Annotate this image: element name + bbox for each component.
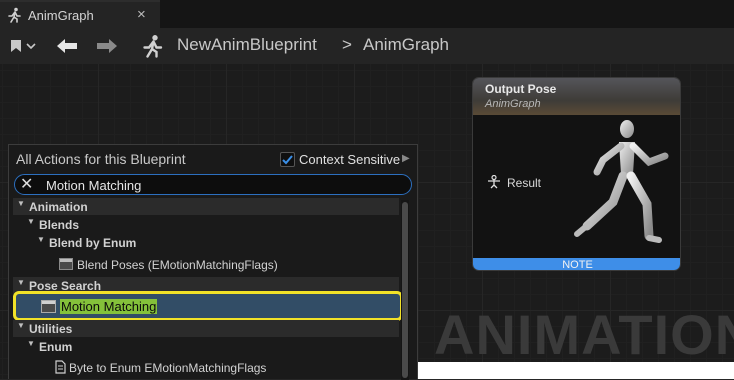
node-title: Output Pose (485, 82, 557, 96)
tree-label: Utilities (29, 322, 73, 336)
actions-menu-title: All Actions for this Blueprint (16, 151, 186, 167)
pin-label-result: Result (507, 176, 542, 190)
collapse-arrow-icon[interactable]: ▼ (17, 199, 25, 208)
tree-subcategory-blend-by-enum[interactable]: ▼ Blend by Enum (13, 234, 399, 251)
search-match-highlight: Motion Matching (60, 299, 158, 314)
tree-label: Blend Poses (EMotionMatchingFlags) (77, 258, 278, 272)
note-bar[interactable]: NOTE (473, 258, 680, 270)
collapse-arrow-icon[interactable]: ▼ (27, 339, 35, 348)
close-icon[interactable]: × (137, 6, 146, 23)
scrollbar-thumb[interactable] (402, 202, 408, 378)
tree-item-motion-matching[interactable]: Motion Matching (13, 291, 403, 321)
collapse-arrow-icon[interactable]: ▼ (27, 217, 35, 226)
tree-category-animation[interactable]: ▼ Animation (13, 198, 399, 215)
tree-subcategory-enum[interactable]: ▼ Enum (13, 338, 399, 355)
collapse-arrow-icon[interactable]: ▼ (17, 278, 25, 287)
anim-node-icon (59, 258, 73, 270)
running-figure-icon (8, 7, 21, 23)
breadcrumb-blueprint[interactable]: NewAnimBlueprint (177, 35, 317, 55)
tree-subcategory-blends[interactable]: ▼ Blends (13, 216, 399, 233)
chevron-right-icon[interactable]: ▶ (402, 153, 410, 164)
tree-category-utilities[interactable]: ▼ Utilities (13, 320, 399, 337)
clear-search-icon[interactable]: ✕ (20, 175, 33, 195)
graph-watermark: ANIMATION (434, 303, 734, 366)
node-subtitle: AnimGraph (485, 98, 541, 110)
back-button[interactable] (52, 28, 82, 64)
actions-menu: All Actions for this Blueprint Context S… (8, 144, 418, 380)
context-sensitive-label[interactable]: Context Sensitive (299, 152, 400, 167)
forward-arrow-icon (97, 39, 117, 53)
breadcrumb-separator: > (342, 35, 352, 54)
pose-pin-icon[interactable] (487, 175, 501, 189)
tab-label: AnimGraph (28, 8, 94, 23)
search-input[interactable]: ✕ Motion Matching (14, 174, 412, 195)
tree-label: Byte to Enum EMotionMatchingFlags (69, 361, 267, 375)
toolbar: NewAnimBlueprint > AnimGraph (0, 28, 734, 64)
forward-button[interactable] (92, 28, 122, 64)
tree-label: Blends (39, 218, 80, 232)
tree-label: Blend by Enum (49, 236, 137, 250)
function-icon (55, 360, 66, 374)
collapse-arrow-icon[interactable]: ▼ (17, 321, 25, 330)
tree-item-byte-to-enum[interactable]: Byte to Enum EMotionMatchingFlags (13, 359, 399, 376)
search-value: Motion Matching (46, 178, 142, 193)
breadcrumb-animgraph[interactable]: AnimGraph (363, 35, 449, 55)
bookmark-button[interactable] (4, 28, 42, 64)
blueprint-type-button (138, 28, 166, 64)
tab-bar: AnimGraph × (0, 0, 734, 28)
back-arrow-icon (57, 39, 77, 53)
node-header: Output Pose AnimGraph (473, 78, 680, 115)
context-sensitive-checkbox[interactable] (280, 152, 295, 167)
bookmark-icon (11, 40, 21, 52)
anim-node-icon (41, 300, 56, 313)
tab-animgraph[interactable]: AnimGraph × (0, 0, 160, 28)
mannequin-running-icon (574, 120, 669, 243)
collapse-arrow-icon[interactable]: ▼ (37, 235, 45, 244)
output-pose-node[interactable]: Output Pose AnimGraph Result NOTE (472, 77, 681, 271)
checkmark-icon (282, 155, 293, 165)
running-figure-icon (143, 35, 163, 58)
tree-label: Enum (39, 340, 73, 354)
tree-item-blend-poses[interactable]: Blend Poses (EMotionMatchingFlags) (13, 256, 399, 273)
window-backdrop (418, 362, 734, 379)
chevron-down-icon (26, 43, 36, 50)
tree-label: Animation (29, 200, 88, 214)
